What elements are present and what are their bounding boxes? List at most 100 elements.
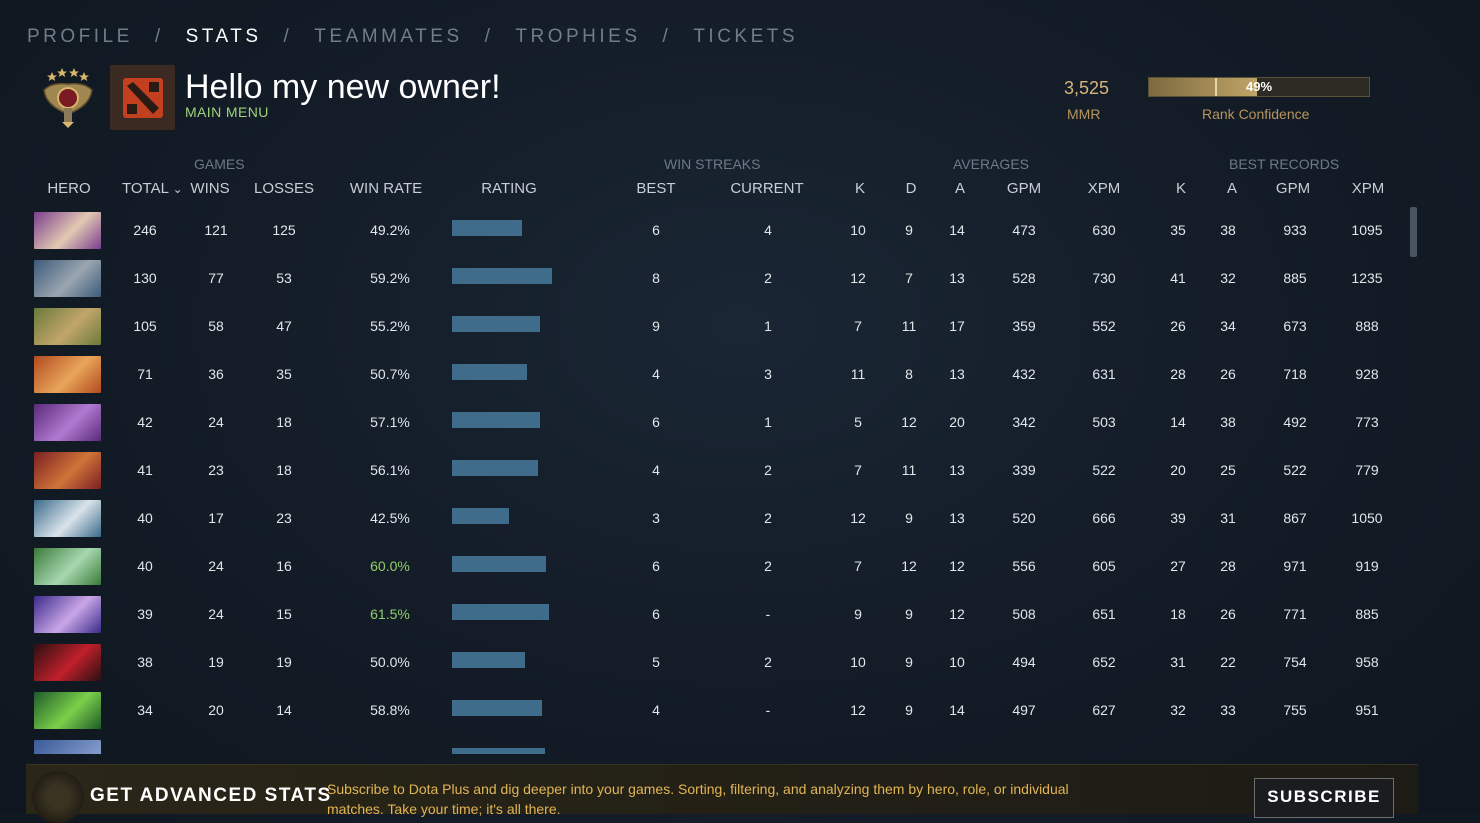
cell-best-gpm: 718 xyxy=(1283,366,1307,382)
cell-best-kills: 14 xyxy=(1170,414,1186,430)
tab-trophies[interactable]: TROPHIES xyxy=(515,26,640,48)
cell-avg-xpm: 666 xyxy=(1092,510,1116,526)
cell-best-streak: 3 xyxy=(652,510,660,526)
rating-bar xyxy=(452,748,545,754)
cell-current-streak: 2 xyxy=(764,510,772,526)
dota-plus-banner: GET ADVANCED STATS Subscribe to Dota Plu… xyxy=(26,764,1418,823)
table-row[interactable]: 39 24 15 61.5% 6 - 9 9 12 508 651 18 26 771 885 xyxy=(0,590,1420,638)
cell-avg-assists: 14 xyxy=(949,222,965,238)
subscribe-button[interactable]: SUBSCRIBE xyxy=(1254,778,1394,818)
table-row[interactable]: 40 17 23 42.5% 3 2 12 9 13 520 666 39 31 867 1050 xyxy=(0,494,1420,542)
advanced-stats-description: Subscribe to Dota Plus and dig deeper in… xyxy=(327,781,1069,817)
cell-best-kills: 27 xyxy=(1170,558,1186,574)
nav-separator: / xyxy=(154,26,164,47)
hero-portrait[interactable] xyxy=(34,548,101,585)
cell-avg-deaths: 7 xyxy=(905,270,913,286)
cell-avg-kills: 9 xyxy=(854,606,862,622)
cell-best-gpm: 867 xyxy=(1283,510,1307,526)
table-row[interactable]: 105 58 47 55.2% 9 1 7 11 17 359 552 26 34 673 888 xyxy=(0,302,1420,350)
cell-win-rate: 50.7% xyxy=(370,366,410,382)
table-row[interactable]: 130 77 53 59.2% 8 2 12 7 13 528 730 41 32 885 1235 xyxy=(0,254,1420,302)
col-losses[interactable]: LOSSES xyxy=(254,180,314,197)
table-row[interactable]: 71 36 35 50.7% 4 3 11 8 13 432 631 28 26 718 928 xyxy=(0,350,1420,398)
cell-avg-gpm: 432 xyxy=(1012,366,1036,382)
cell-wins: 24 xyxy=(208,558,224,574)
cell-avg-deaths: 9 xyxy=(905,606,913,622)
hero-portrait[interactable] xyxy=(34,500,101,537)
cell-best-streak: 5 xyxy=(652,654,660,670)
table-row[interactable]: 40 24 16 60.0% 6 2 7 12 12 556 605 27 28 971 919 xyxy=(0,542,1420,590)
col-total[interactable]: TOTAL ⌄ xyxy=(122,180,183,197)
col-avg-gpm[interactable]: GPM xyxy=(1007,180,1041,197)
col-avg-deaths[interactable]: D xyxy=(906,180,917,197)
cell-current-streak: 1 xyxy=(764,318,772,334)
cell-best-kills: 41 xyxy=(1170,270,1186,286)
dota-plus-icon xyxy=(32,771,84,823)
table-row[interactable]: 38 19 19 50.0% 5 2 10 9 10 494 652 31 22 754 958 xyxy=(0,638,1420,686)
cell-best-kills: 28 xyxy=(1170,366,1186,382)
rank-confidence-label: Rank Confidence xyxy=(1202,106,1310,122)
hero-portrait[interactable] xyxy=(34,212,101,249)
cell-current-streak: 1 xyxy=(764,414,772,430)
col-best-kills[interactable]: K xyxy=(1176,180,1186,197)
main-menu-link[interactable]: MAIN MENU xyxy=(185,104,269,120)
cell-avg-deaths: 9 xyxy=(905,222,913,238)
cell-best-streak: 6 xyxy=(652,222,660,238)
cell-best-gpm: 522 xyxy=(1283,462,1307,478)
table-row[interactable]: 246 121 125 49.2% 6 4 10 9 14 473 630 35 38 933 1095 xyxy=(0,206,1420,254)
cell-avg-assists: 10 xyxy=(949,654,965,670)
table-row[interactable]: 42 24 18 57.1% 6 1 5 12 20 342 503 14 38 492 773 xyxy=(0,398,1420,446)
table-row[interactable]: 34 20 14 58.8% 4 - 12 9 14 497 627 32 33 755 951 xyxy=(0,686,1420,734)
col-best-xpm[interactable]: XPM xyxy=(1352,180,1385,197)
col-avg-kills[interactable]: K xyxy=(855,180,865,197)
table-scrollbar[interactable] xyxy=(1410,207,1417,257)
col-avg-assists[interactable]: A xyxy=(955,180,965,197)
table-row[interactable]: 41 23 18 56.1% 4 2 7 11 13 339 522 20 25 522 779 xyxy=(0,446,1420,494)
cell-best-assists: 26 xyxy=(1220,606,1236,622)
cell-win-rate: 58.8% xyxy=(370,702,410,718)
tab-tickets[interactable]: TICKETS xyxy=(693,26,798,48)
cell-losses: 16 xyxy=(276,558,292,574)
col-best-streak[interactable]: BEST xyxy=(636,180,675,197)
col-rating[interactable]: RATING xyxy=(481,180,537,197)
cell-win-rate: 59.2% xyxy=(370,270,410,286)
col-best-assists[interactable]: A xyxy=(1227,180,1237,197)
cell-wins: 23 xyxy=(208,462,224,478)
cell-total: 38 xyxy=(137,654,153,670)
cell-best-streak: 8 xyxy=(652,270,660,286)
hero-portrait[interactable] xyxy=(34,260,101,297)
cell-losses: 15 xyxy=(276,606,292,622)
group-games: GAMES xyxy=(194,156,245,172)
cell-best-xpm: 919 xyxy=(1355,558,1379,574)
hero-portrait[interactable] xyxy=(34,740,101,754)
cell-best-assists: 34 xyxy=(1220,318,1236,334)
cell-avg-gpm: 528 xyxy=(1012,270,1036,286)
tab-profile[interactable]: PROFILE xyxy=(27,26,133,48)
cell-best-streak: 6 xyxy=(652,558,660,574)
col-hero[interactable]: HERO xyxy=(47,180,90,197)
col-wins[interactable]: WINS xyxy=(190,180,229,197)
hero-portrait[interactable] xyxy=(34,452,101,489)
cell-avg-xpm: 605 xyxy=(1092,558,1116,574)
col-best-gpm[interactable]: GPM xyxy=(1276,180,1310,197)
cell-best-gpm: 885 xyxy=(1283,270,1307,286)
hero-portrait[interactable] xyxy=(34,308,101,345)
hero-portrait[interactable] xyxy=(34,644,101,681)
col-win-rate[interactable]: WIN RATE xyxy=(350,180,422,197)
cell-best-gpm: 933 xyxy=(1283,222,1307,238)
tab-teammates[interactable]: TEAMMATES xyxy=(314,26,462,48)
hero-portrait[interactable] xyxy=(34,692,101,729)
cell-avg-kills: 7 xyxy=(854,558,862,574)
cell-best-assists: 33 xyxy=(1220,702,1236,718)
sort-chevron-icon: ⌄ xyxy=(172,182,183,196)
table-row-partial[interactable] xyxy=(0,734,1420,754)
col-current-streak[interactable]: CURRENT xyxy=(730,180,803,197)
hero-portrait[interactable] xyxy=(34,356,101,393)
cell-avg-kills: 5 xyxy=(854,414,862,430)
hero-portrait[interactable] xyxy=(34,404,101,441)
cell-best-gpm: 755 xyxy=(1283,702,1307,718)
rating-bar xyxy=(452,700,542,716)
col-avg-xpm[interactable]: XPM xyxy=(1088,180,1121,197)
tab-stats[interactable]: STATS xyxy=(186,26,262,48)
hero-portrait[interactable] xyxy=(34,596,101,633)
